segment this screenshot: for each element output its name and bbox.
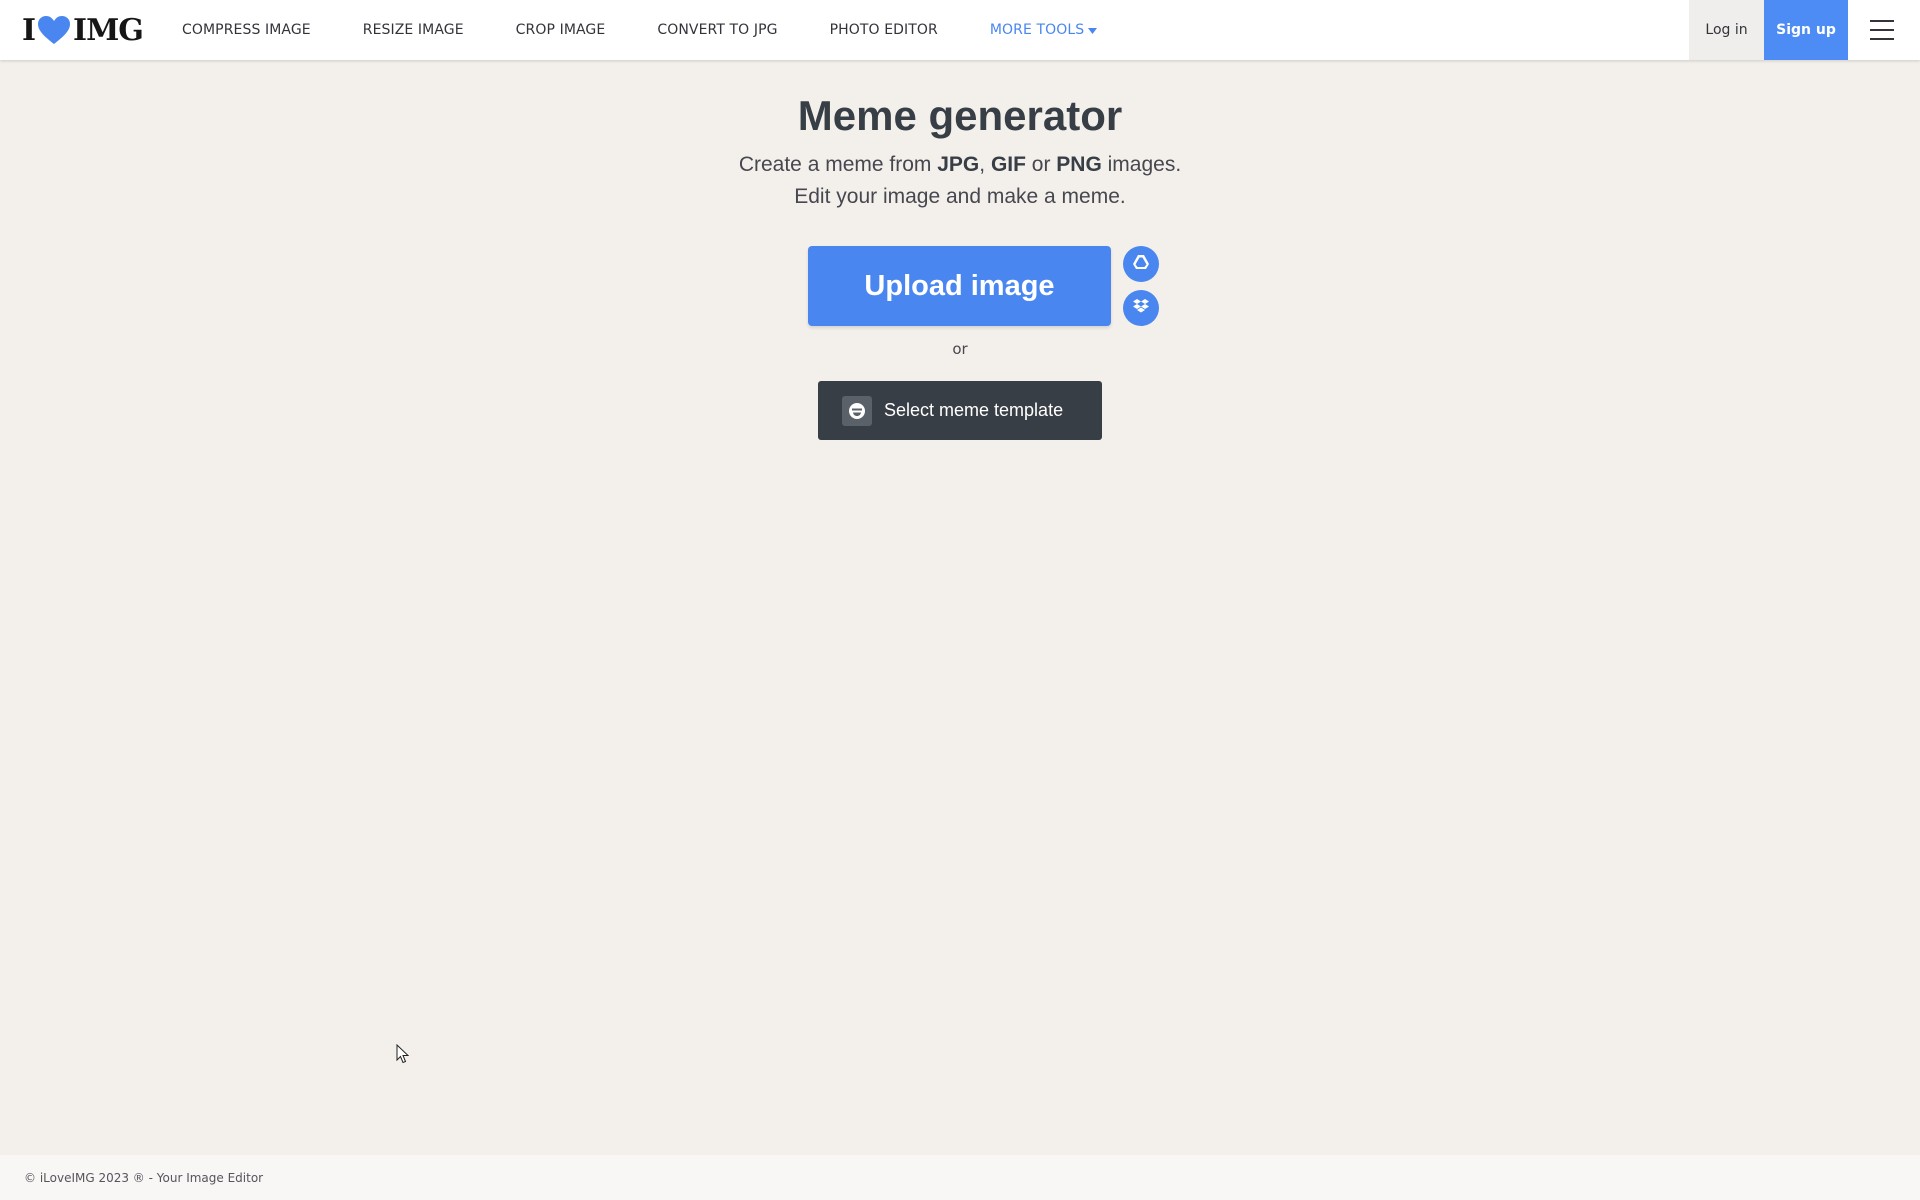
nav-resize-image[interactable]: RESIZE IMAGE [363,22,464,38]
nav-compress-image[interactable]: COMPRESS IMAGE [182,22,311,38]
nav-more-tools[interactable]: MORE TOOLS [989,22,1098,38]
login-button[interactable]: Log in [1689,0,1764,60]
caret-down-icon [1088,22,1098,38]
page-title: Meme generator [797,92,1123,139]
google-drive-icon [1132,254,1150,274]
nav-convert-to-jpg[interactable]: CONVERT TO JPG [657,22,777,38]
page-footer: © iLoveIMG 2023 ® - Your Image Editor [0,1155,1920,1200]
logo-text-img: IMG [73,12,144,48]
upload-image-button[interactable]: Upload image [808,246,1111,326]
format-jpg: JPG [937,153,980,176]
signup-button[interactable]: Sign up [1764,0,1848,60]
heart-icon [37,15,71,45]
google-drive-button[interactable] [1123,246,1159,282]
ilovepdf-logo[interactable]: I IMG [22,12,144,48]
nav-photo-editor[interactable]: PHOTO EDITOR [830,22,938,38]
hamburger-menu-icon[interactable] [1870,20,1894,40]
logo-letter-i: I [22,12,36,48]
format-gif: GIF [990,153,1026,176]
subtitle-line-2: Edit your image and make a meme. [794,185,1126,208]
nav-crop-image[interactable]: CROP IMAGE [516,22,606,38]
subtitle-suffix: images. [1101,153,1182,176]
subtitle-line-1: Create a meme from JPG, GIF or PNG image… [0,149,1920,181]
subtitle-prefix: Create a meme from [738,153,938,176]
more-tools-label: MORE TOOLS [989,22,1085,38]
main-nav: COMPRESS IMAGE RESIZE IMAGE CROP IMAGE C… [182,0,1149,60]
format-png: PNG [1056,153,1102,176]
select-meme-template-label: Select meme template [884,400,1064,420]
hamburger-line [1870,29,1894,31]
hamburger-line [1870,38,1894,40]
page-subtitle: Create a meme from JPG, GIF or PNG image… [0,149,1920,213]
top-header: I IMG COMPRESS IMAGE RESIZE IMAGE CROP I… [0,0,1920,60]
or-separator: or [952,340,968,358]
subtitle-sep: , [979,153,991,176]
hamburger-line [1870,20,1894,22]
select-meme-template-button[interactable]: Select meme template [818,381,1102,440]
dropbox-icon [1132,298,1150,318]
footer-copyright: © iLoveIMG 2023 ® - Your Image Editor [24,1170,264,1185]
smiley-icon [842,395,872,426]
subtitle-sep: or [1025,153,1057,176]
dropbox-button[interactable] [1123,290,1159,326]
mouse-cursor-icon [396,1043,410,1068]
